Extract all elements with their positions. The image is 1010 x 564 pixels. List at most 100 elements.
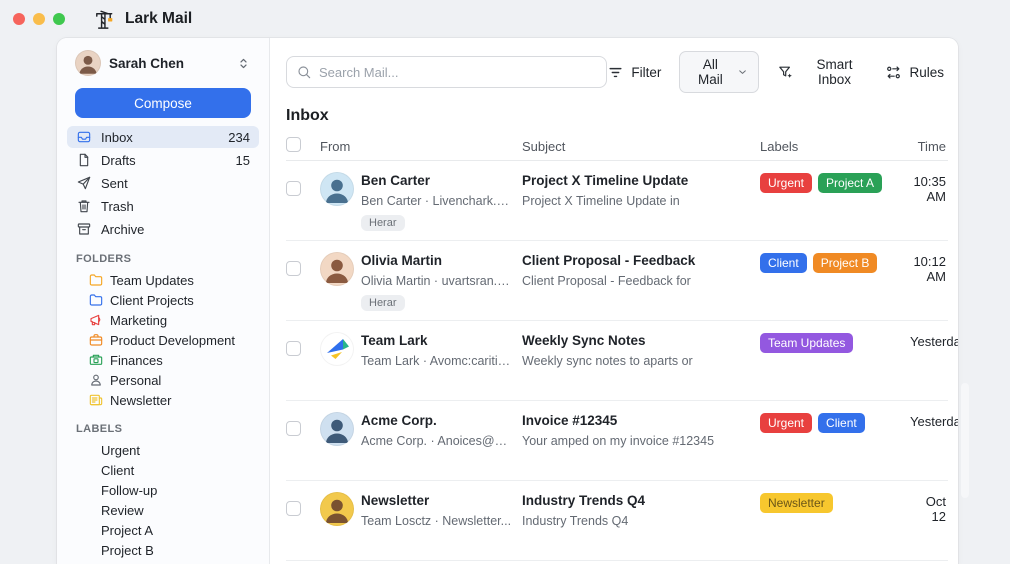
- cash-icon: [88, 352, 104, 368]
- account-switch-chevrons-icon[interactable]: [236, 56, 251, 71]
- person-avatar: [320, 252, 354, 286]
- folder-icon: [88, 272, 104, 288]
- chevron-down-icon: [737, 66, 748, 78]
- account-selector[interactable]: Sarah Chen: [67, 48, 259, 76]
- sidebar-label-item[interactable]: Follow-up: [67, 480, 259, 500]
- email-table: From Subject Labels Time Ben Carter Ben …: [270, 125, 958, 564]
- tag-icon: [76, 443, 91, 458]
- select-checkbox[interactable]: [286, 341, 301, 356]
- sender-name: Newsletter: [361, 493, 430, 508]
- select-checkbox[interactable]: [286, 261, 301, 276]
- sent-icon: [76, 175, 92, 191]
- person-icon: [88, 372, 104, 388]
- app-logo-crane-icon: [92, 8, 115, 31]
- titlebar: Lark Mail: [0, 0, 1010, 38]
- sidebar-nav-item[interactable]: Archive: [67, 218, 259, 240]
- sender-name: Ben Carter: [361, 173, 431, 188]
- label-pill: Team Updates: [760, 333, 854, 353]
- inbox-icon: [76, 129, 92, 145]
- sidebar-label-item[interactable]: Urgent: [67, 440, 259, 460]
- email-row[interactable]: Acme Corp. Acme Corp. · Anoices@ac... In…: [286, 401, 958, 481]
- scrollbar-thumb[interactable]: [961, 383, 969, 498]
- filter-button[interactable]: Filter: [607, 64, 661, 81]
- email-preview: Weekly sync notes to aparts or: [522, 354, 693, 368]
- label-pill: Project A: [818, 173, 883, 193]
- draft-icon: [76, 152, 92, 168]
- page-title: Inbox: [286, 107, 329, 124]
- lark-avatar: [320, 332, 354, 366]
- sidebar-folder-item[interactable]: Personal: [67, 370, 259, 390]
- trash-icon: [76, 198, 92, 214]
- email-list: Ben Carter Ben Carter · Livenchark.o... …: [286, 161, 958, 564]
- email-row[interactable]: Team Lark Team Lark · Avomc:caritin... W…: [286, 321, 958, 401]
- email-row[interactable]: Ben Carter Ben Carter · Livenchark.o... …: [286, 161, 948, 241]
- select-all-checkbox[interactable]: [286, 137, 301, 152]
- sender-name: Team Lark: [361, 333, 428, 348]
- label-pill: Client: [818, 413, 865, 433]
- email-row[interactable]: Newsletter Team Losctz · Newsletter... I…: [286, 481, 948, 561]
- window-margin-left: [0, 38, 57, 564]
- smart-inbox-button[interactable]: Smart Inbox: [777, 57, 867, 87]
- sidebar-nav-item[interactable]: Sent: [67, 172, 259, 194]
- labels-list: Urgent Client Follow-up Review Project A: [67, 440, 259, 560]
- rules-button[interactable]: Rules: [885, 64, 944, 81]
- email-row[interactable]: Olivia Martin Olivia Martin · uvartsran.…: [286, 241, 948, 321]
- sidebar-folder-item[interactable]: Client Projects: [67, 290, 259, 310]
- sidebar-nav-item[interactable]: Inbox 234: [67, 126, 259, 148]
- select-checkbox[interactable]: [286, 501, 301, 516]
- sidebar-folder-item[interactable]: Team Updates: [67, 270, 259, 290]
- sender-name: Olivia Martin: [361, 253, 443, 268]
- sender-address: Olivia Martin · uvartsran.c...: [361, 274, 513, 288]
- column-header-from: From: [320, 138, 351, 154]
- email-subject: Industry Trends Q4: [522, 493, 646, 508]
- sidebar-label-item[interactable]: Review: [67, 500, 259, 520]
- email-time: 10:35 AM: [913, 174, 946, 204]
- sidebar-nav-item[interactable]: Drafts 15: [67, 149, 259, 171]
- tag-icon: [76, 463, 91, 478]
- labels-section-header: LABELS: [76, 423, 123, 435]
- select-checkbox[interactable]: [286, 181, 301, 196]
- search-box: [286, 56, 608, 88]
- zoom-button[interactable]: [53, 13, 65, 25]
- sidebar-label-item[interactable]: Project A: [67, 520, 259, 540]
- label-pill: Client: [760, 253, 807, 273]
- sidebar-label-item[interactable]: Project B: [67, 540, 259, 560]
- window-margin-right: [958, 38, 1010, 564]
- compose-button[interactable]: Compose: [75, 88, 251, 118]
- rules-icon: [885, 64, 902, 81]
- sidebar-folder-item[interactable]: Marketing: [67, 310, 259, 330]
- label-pill: Urgent: [760, 413, 813, 433]
- search-icon: [296, 64, 312, 80]
- email-preview: Your amped on my invoice #12345: [522, 434, 715, 448]
- sidebar-label-item[interactable]: Client: [67, 460, 259, 480]
- email-subject: Weekly Sync Notes: [522, 333, 646, 348]
- tag-icon: [76, 483, 91, 498]
- email-subject: Invoice #12345: [522, 413, 618, 428]
- sidebar-folder-item[interactable]: Finances: [67, 350, 259, 370]
- folders-list: Team Updates Client Projects Marketing P…: [67, 270, 259, 410]
- main-panel: Filter All Mail Smart Inbox Rules: [270, 38, 958, 564]
- sidebar-nav-item[interactable]: Trash: [67, 195, 259, 217]
- email-preview: Client Proposal - Feedback for: [522, 274, 691, 288]
- select-checkbox[interactable]: [286, 421, 301, 436]
- search-input[interactable]: [286, 56, 608, 88]
- minimize-button[interactable]: [33, 13, 45, 25]
- sidebar-folder-item[interactable]: Product Development: [67, 330, 259, 350]
- sidebar-folder-item[interactable]: Newsletter: [67, 390, 259, 410]
- app-window: Sarah Chen Compose Inbox 234 Drafts 15 S…: [57, 38, 958, 564]
- unread-count: 234: [228, 129, 250, 145]
- label-pill: Newsletter: [760, 493, 833, 513]
- filter-icon: [607, 64, 624, 81]
- account-name: Sarah Chen: [109, 55, 185, 71]
- mailbox-nav: Inbox 234 Drafts 15 Sent Trash Archive: [67, 126, 259, 240]
- folders-section-header: FOLDERS: [76, 253, 132, 265]
- briefcase-icon: [88, 332, 104, 348]
- email-time: Yesterday: [910, 414, 958, 429]
- close-button[interactable]: [13, 13, 25, 25]
- column-header-time: Time: [917, 138, 946, 154]
- sender-address: Ben Carter · Livenchark.o...: [361, 194, 513, 208]
- tag-icon: [76, 503, 91, 518]
- megaphone-icon: [88, 312, 104, 328]
- person-avatar: [320, 412, 354, 446]
- mailbox-dropdown[interactable]: All Mail: [679, 51, 760, 93]
